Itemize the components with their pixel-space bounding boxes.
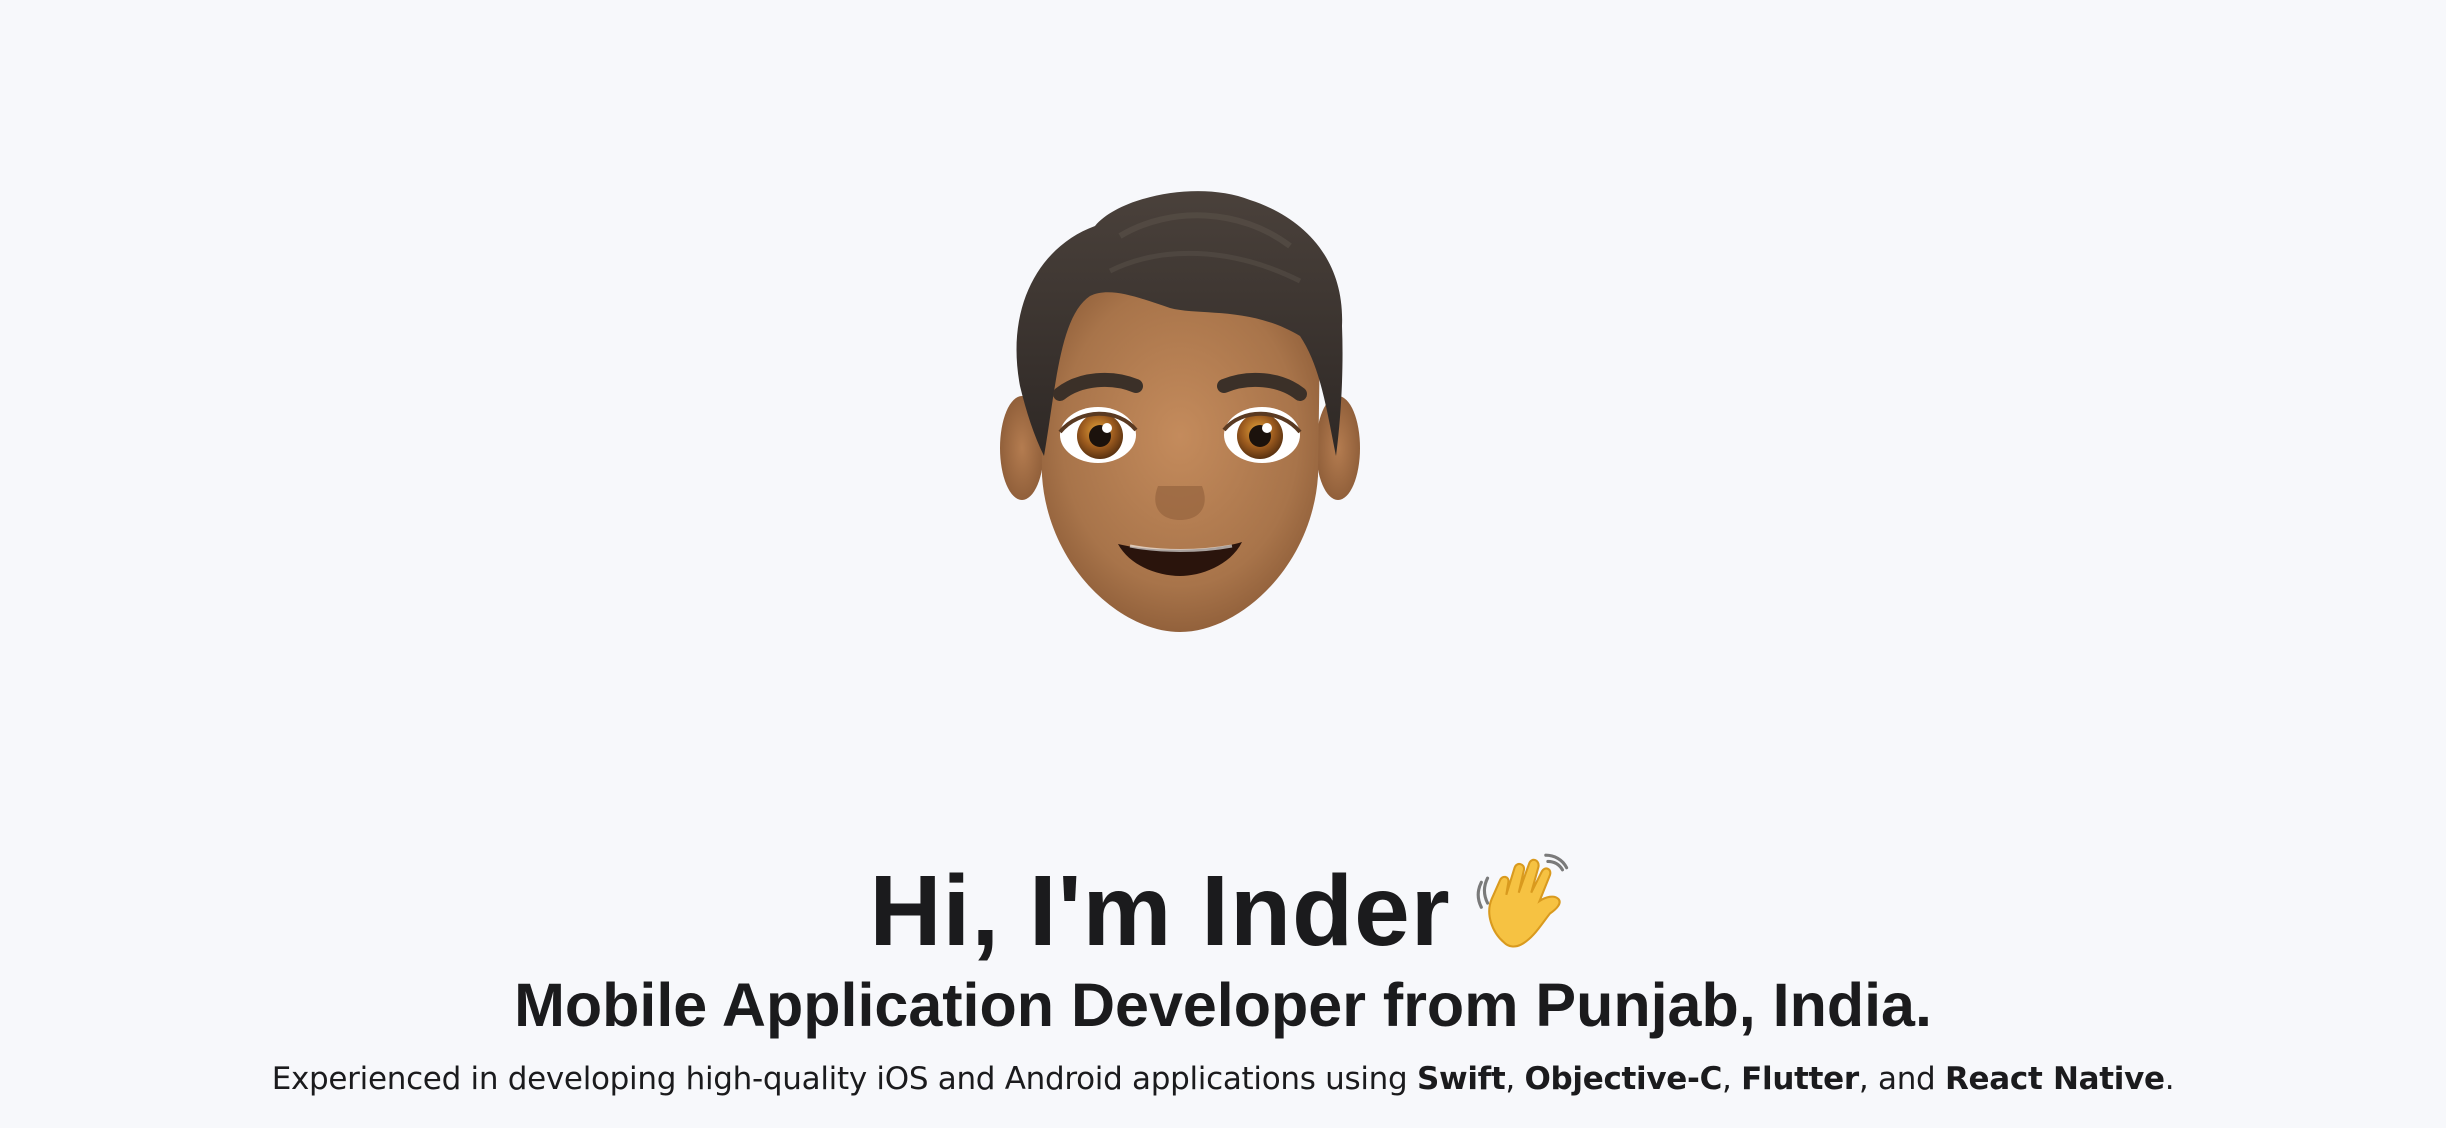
waving-hand-icon [1473,849,1577,953]
description-separator: , [1505,1061,1525,1097]
hero-tagline: Mobile Application Developer from Punjab… [514,970,1932,1039]
hero-greeting: Hi, I'm Inder [0,849,2446,971]
tech-flutter: Flutter [1741,1061,1859,1097]
description-suffix: . [2164,1061,2175,1097]
memoji-avatar-icon [1000,186,1360,636]
description-prefix: Experienced in developing high-quality i… [271,1061,1417,1097]
tech-react-native: React Native [1944,1061,2165,1097]
hero-description: Experienced in developing high-quality i… [0,1057,2446,1101]
description-separator: , and [1858,1061,1945,1097]
tech-swift: Swift [1416,1061,1506,1097]
tech-objective-c: Objective-C [1524,1061,1723,1097]
description-separator: , [1722,1061,1742,1097]
hero-section: Hi, I'm Inder Mobile Application Develop… [0,0,2446,1128]
greeting-text: Hi, I'm Inder [869,855,1451,967]
